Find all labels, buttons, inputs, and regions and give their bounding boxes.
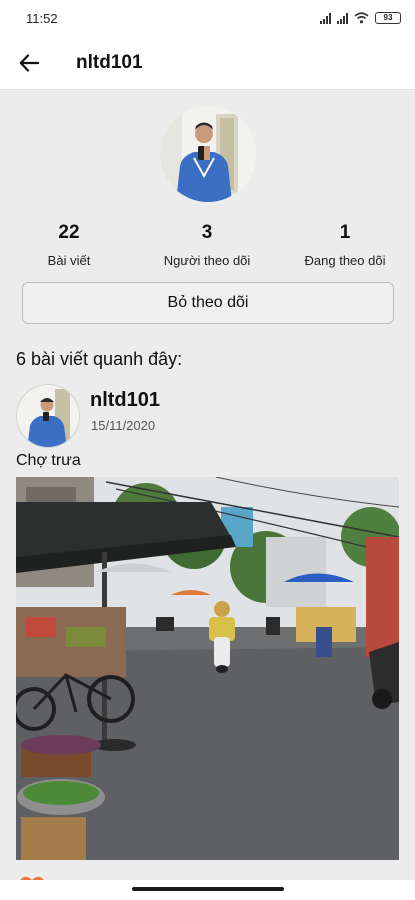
stat-value: 1 <box>339 222 351 243</box>
stat-value: 22 <box>58 222 80 243</box>
signal-icon <box>337 12 348 24</box>
wifi-icon <box>354 12 369 24</box>
profile-photo <box>160 106 256 202</box>
unfollow-button[interactable]: Bỏ theo dõi <box>22 282 394 324</box>
back-button[interactable] <box>14 48 44 78</box>
post-image[interactable] <box>16 477 399 860</box>
app-bar: nltd101 <box>0 36 415 90</box>
market-street-photo <box>16 477 399 860</box>
status-bar: 11:52 93 <box>0 0 415 36</box>
avatar-photo <box>17 385 79 447</box>
section-title: 6 bài viết quanh đây: <box>16 349 183 369</box>
signal-icon <box>320 12 331 24</box>
stat-label: Đang theo dõi <box>304 253 386 268</box>
profile-stats: 22 Bài viết 3 Người theo dõi 1 Đang theo… <box>0 222 415 268</box>
stat-following[interactable]: 1 Đang theo dõi <box>276 222 414 268</box>
status-time: 11:52 <box>26 10 58 26</box>
stat-posts[interactable]: 22 Bài viết <box>0 222 138 268</box>
stat-followers[interactable]: 3 Người theo dõi <box>138 222 276 268</box>
profile-avatar[interactable] <box>160 106 256 202</box>
stat-value: 3 <box>201 222 213 243</box>
status-icons: 93 <box>320 12 401 24</box>
post-username[interactable]: nltd101 <box>90 389 160 412</box>
post-date: 15/11/2020 <box>91 418 156 433</box>
page-title: nltd101 <box>76 51 143 73</box>
stat-label: Bài viết <box>47 253 91 268</box>
profile-content: 22 Bài viết 3 Người theo dõi 1 Đang theo… <box>0 90 415 900</box>
arrow-left-icon <box>19 53 39 72</box>
home-indicator[interactable] <box>132 887 284 891</box>
gesture-bar <box>0 880 415 900</box>
battery-icon: 93 <box>375 12 401 24</box>
stat-label: Người theo dõi <box>163 253 251 268</box>
post-avatar[interactable] <box>16 384 80 448</box>
post-caption: Chợ trưa <box>16 452 81 469</box>
